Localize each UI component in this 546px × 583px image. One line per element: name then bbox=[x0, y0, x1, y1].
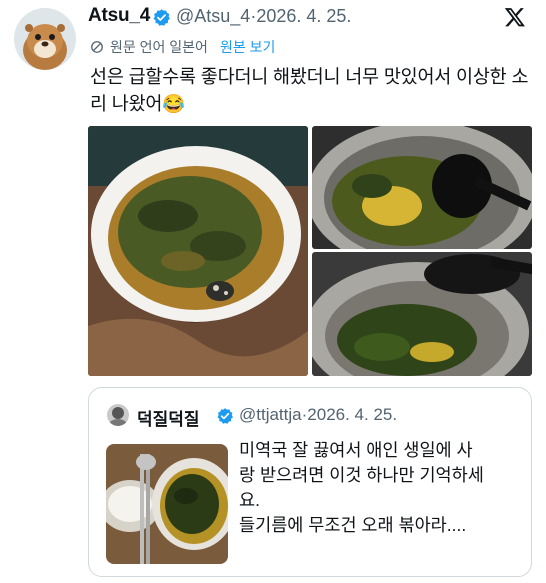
quote-text-line: 미역국 잘 끓여서 애인 생일에 사 bbox=[239, 440, 473, 460]
tweet-photo-2[interactable] bbox=[312, 126, 532, 249]
author-handle[interactable]: @Atsu_4 bbox=[176, 6, 250, 26]
author-name[interactable]: Atsu_4 bbox=[88, 5, 150, 27]
quote-text-line: 들기름에 무조건 오래 볶아라.... bbox=[239, 515, 467, 535]
author-handle-and-date[interactable]: @Atsu_4·2026. 4. 25. bbox=[176, 6, 351, 27]
tweet-text: 선은 급할수록 좋다더니 해봤더니 너무 맛있어서 이상한 소리 나왔어😂 bbox=[90, 66, 529, 114]
tweet-photo-3[interactable] bbox=[312, 252, 532, 376]
translate-icon bbox=[91, 41, 103, 53]
verified-badge-icon bbox=[217, 408, 233, 424]
author-avatar[interactable] bbox=[14, 8, 76, 70]
quote-author-avatar[interactable] bbox=[107, 404, 129, 426]
seaweed-ladle-photo bbox=[312, 252, 532, 376]
quote-date[interactable]: 2026. 4. 25. bbox=[307, 405, 397, 424]
quoted-tweet[interactable]: 덕질덕질 @ttjattja·2026. 4. 25. 미역국 잘 끓여서 애인… bbox=[88, 387, 532, 577]
quote-text-line: 랑 받으려면 이것 하나만 기억하세 bbox=[239, 465, 484, 485]
seaweed-soup-bowl-photo bbox=[88, 126, 308, 376]
translation-note: 원문 언어 일본어 bbox=[110, 39, 208, 55]
quote-text-line: 요. bbox=[239, 490, 260, 510]
soup-and-rice-photo bbox=[106, 444, 228, 564]
quote-text: 미역국 잘 끓여서 애인 생일에 사 랑 받으려면 이것 하나만 기억하세 요.… bbox=[239, 438, 524, 538]
quote-author-name[interactable]: 덕질덕질 bbox=[137, 405, 200, 430]
x-logo-icon[interactable] bbox=[504, 6, 526, 28]
otter-avatar-image bbox=[14, 8, 76, 70]
quote-author-handle[interactable]: @ttjattja bbox=[239, 405, 302, 424]
quote-handle-and-date[interactable]: @ttjattja·2026. 4. 25. bbox=[239, 405, 397, 425]
verified-badge-icon bbox=[153, 9, 170, 26]
show-original-link[interactable]: 원본 보기 bbox=[220, 37, 275, 57]
quote-avatar-image bbox=[107, 404, 129, 426]
seaweed-pot-photo bbox=[312, 126, 532, 249]
tweet-date[interactable]: 2026. 4. 25. bbox=[256, 6, 351, 26]
quote-photo[interactable] bbox=[106, 444, 228, 564]
translation-row: 원문 언어 일본어 원본 보기 bbox=[90, 37, 275, 57]
tweet-photo-1[interactable] bbox=[88, 126, 308, 376]
